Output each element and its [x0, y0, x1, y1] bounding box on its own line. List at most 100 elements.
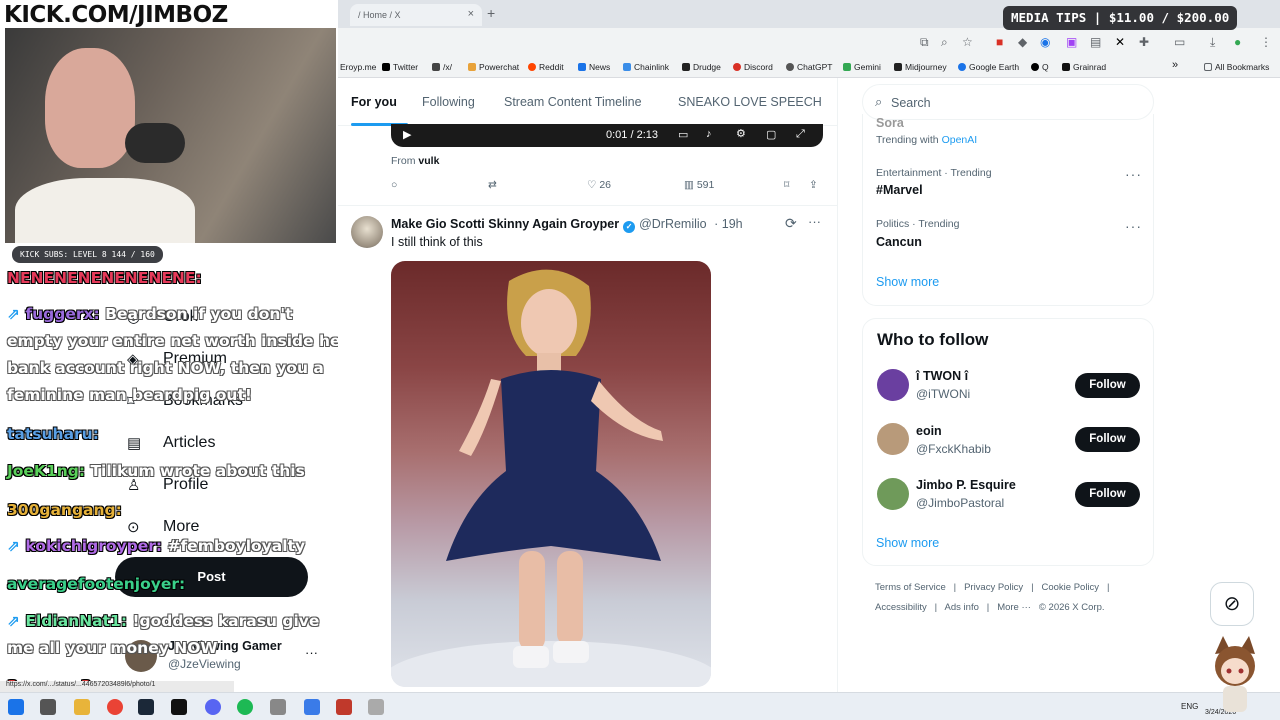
extension-icon[interactable]: ◉	[1040, 35, 1050, 49]
tab-stream-content-timeline[interactable]: Stream Content Timeline	[504, 95, 642, 109]
follow-show-more[interactable]: Show more	[876, 536, 939, 550]
bookmark-item[interactable]: Reddit	[528, 62, 564, 72]
extension-icon[interactable]: ▤	[1090, 35, 1101, 49]
windows-start-icon[interactable]	[8, 699, 24, 715]
follow-avatar[interactable]	[877, 478, 909, 510]
articles-icon[interactable]: ▤	[127, 434, 141, 452]
new-tab-button[interactable]: +	[487, 5, 495, 21]
tweet-author-name[interactable]: Make Gio Scotti Skinny Again Groyper	[391, 217, 619, 231]
x-extension-icon[interactable]: ✕	[1115, 35, 1125, 49]
browser-tab[interactable]: / Home / X ×	[350, 4, 482, 26]
footer-link-terms[interactable]: Terms of Service	[875, 582, 946, 593]
follow-avatar[interactable]	[877, 369, 909, 401]
app-icon[interactable]	[270, 699, 286, 715]
footer-link-cookie[interactable]: Cookie Policy	[1042, 582, 1100, 593]
trends-show-more[interactable]: Show more	[876, 275, 939, 289]
bookmark-item[interactable]: Gemini	[843, 62, 881, 72]
bookmark-item[interactable]: /x/	[432, 62, 452, 72]
bookmark-item[interactable]: Google Earth	[958, 62, 1019, 72]
video-source-user[interactable]: vulk	[418, 155, 439, 167]
download-icon[interactable]: ⤓	[1210, 35, 1215, 50]
more-circle-icon[interactable]: ⊙	[127, 518, 140, 536]
follow-handle[interactable]: @FxckKhabib	[916, 442, 991, 456]
captions-icon[interactable]: ▭	[678, 128, 688, 141]
bookmark-icon[interactable]: ⌑	[784, 179, 789, 191]
footer-link-ads-info[interactable]: Ads info	[945, 602, 979, 613]
app-icon[interactable]	[304, 699, 320, 715]
views-button[interactable]: ▥ 591	[684, 179, 714, 191]
play-icon[interactable]: ▶	[403, 128, 411, 141]
footer-link-more[interactable]: More ···	[997, 602, 1031, 613]
app-icon[interactable]	[368, 699, 384, 715]
tab-close-icon[interactable]: ×	[468, 8, 474, 20]
zoom-icon[interactable]: ⌕	[941, 35, 948, 50]
video-player-controls[interactable]: ▶ 0:01 / 2:13 ▭ ♪ ⚙ ▢ ⤢	[391, 124, 823, 147]
bookmark-item[interactable]: Twitter	[382, 62, 418, 72]
nav-more[interactable]: More	[163, 518, 199, 536]
extension-icon[interactable]: ▣	[1066, 35, 1077, 49]
bookmark-item[interactable]: News	[578, 62, 610, 72]
discord-app-icon[interactable]	[205, 699, 221, 715]
sidebar-icon[interactable]: ▭	[1174, 35, 1185, 49]
tweet-time[interactable]: · 19h	[714, 217, 743, 231]
bookmark-item[interactable]: Midjourney	[894, 62, 947, 72]
spotify-icon[interactable]	[237, 699, 253, 715]
follow-avatar[interactable]	[877, 423, 909, 455]
follow-name[interactable]: Jimbo P. Esquire	[916, 478, 1016, 492]
extension-icon[interactable]: ◆	[1018, 35, 1027, 49]
trend-more-icon[interactable]: ···	[1125, 218, 1142, 234]
file-explorer-icon[interactable]	[74, 699, 90, 715]
bookmark-item[interactable]: Powerchat	[468, 62, 519, 72]
fullscreen-icon[interactable]: ⤢	[796, 128, 805, 141]
retweet-icon[interactable]: ⇄	[488, 179, 497, 191]
account-handle[interactable]: @JzeViewing	[168, 657, 241, 671]
app-icon[interactable]	[336, 699, 352, 715]
bookmarks-overflow-icon[interactable]: »	[1172, 59, 1178, 71]
tab-for-you[interactable]: For you	[351, 95, 397, 109]
trend-title[interactable]: Cancun	[876, 235, 922, 249]
account-menu-icon[interactable]: ···	[305, 645, 318, 660]
follow-name[interactable]: eoin	[916, 424, 942, 438]
trend-title[interactable]: #Marvel	[876, 183, 923, 197]
install-icon[interactable]: ⧉	[920, 35, 929, 50]
tweet-photo[interactable]	[391, 261, 711, 687]
trend-meta-link[interactable]: OpenAI	[942, 134, 978, 146]
tab-following[interactable]: Following	[422, 95, 475, 109]
bookmark-item[interactable]: Eroyp.me	[340, 62, 376, 72]
language-indicator[interactable]: ENG	[1181, 702, 1198, 711]
follow-button[interactable]: Follow	[1075, 427, 1140, 452]
trend-more-icon[interactable]: ···	[1125, 166, 1142, 182]
mute-icon[interactable]: ♪	[706, 128, 712, 140]
follow-button[interactable]: Follow	[1075, 482, 1140, 507]
footer-link-accessibility[interactable]: Accessibility	[875, 602, 927, 613]
grok-button[interactable]: ⊘	[1210, 582, 1254, 626]
tab-sneako-love-speech[interactable]: SNEAKO LOVE SPEECH	[678, 95, 822, 109]
tweet-author-handle[interactable]: @DrRemilio	[639, 217, 707, 231]
trend-title[interactable]: Sora	[876, 116, 904, 130]
share-icon[interactable]: ⇪	[809, 179, 818, 191]
task-view-icon[interactable]	[40, 699, 56, 715]
terminal-icon[interactable]	[171, 699, 187, 715]
bookmark-item[interactable]: Chainlink	[623, 62, 669, 72]
bookmark-item[interactable]: Discord	[733, 62, 773, 72]
reply-icon[interactable]: ○	[391, 179, 397, 191]
settings-gear-icon[interactable]: ⚙	[736, 127, 746, 140]
bookmark-star-icon[interactable]: ☆	[962, 35, 973, 49]
footer-link-privacy[interactable]: Privacy Policy	[964, 582, 1023, 593]
follow-handle[interactable]: @iTWONi	[916, 387, 970, 401]
menu-kebab-icon[interactable]: ⋮	[1260, 35, 1272, 49]
bookmark-item[interactable]: Q	[1031, 62, 1049, 72]
bookmark-item[interactable]: Drudge	[682, 62, 721, 72]
nav-articles[interactable]: Articles	[163, 434, 215, 452]
bookmark-item[interactable]: ChatGPT	[786, 62, 832, 72]
grok-explain-icon[interactable]: ⟳	[785, 215, 797, 232]
profile-avatar-icon[interactable]: ●	[1234, 35, 1241, 49]
all-bookmarks-folder[interactable]: All Bookmarks	[1204, 62, 1269, 72]
chrome-icon[interactable]	[107, 699, 123, 715]
steam-icon[interactable]	[138, 699, 154, 715]
like-button[interactable]: ♡ 26	[587, 179, 611, 191]
tweet-more-icon[interactable]: ···	[808, 214, 821, 229]
extensions-puzzle-icon[interactable]: ✚	[1139, 35, 1149, 49]
pip-icon[interactable]: ▢	[766, 128, 776, 141]
tweet-author-avatar[interactable]	[351, 216, 383, 248]
